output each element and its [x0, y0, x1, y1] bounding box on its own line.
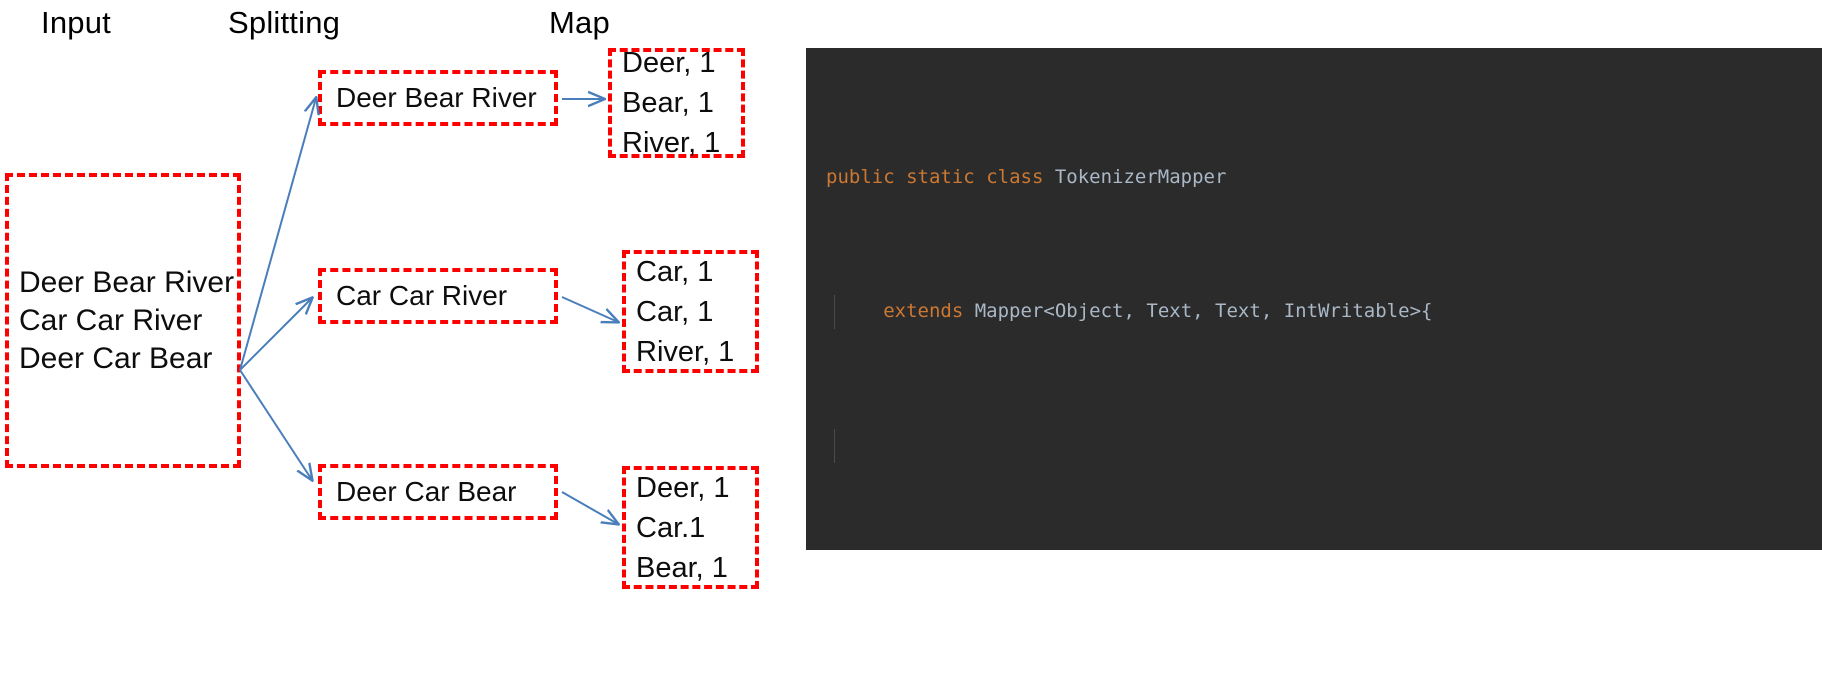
map-pair: Deer, 1: [622, 47, 716, 79]
split-box-label: Car Car River: [336, 280, 508, 311]
map-pair: Bear, 1: [622, 87, 714, 119]
map-pair: Bear, 1: [636, 551, 728, 584]
column-header-map: Map: [549, 5, 610, 40]
map-output-box: Deer, 1 Car.1 Bear, 1: [622, 466, 759, 589]
split-box-label: Deer Bear River: [336, 82, 537, 113]
input-line: Deer Bear River: [19, 265, 235, 299]
input-line: Car Car River: [19, 303, 203, 337]
input-line: Deer Car Bear: [19, 341, 213, 375]
mapreduce-flow-diagram: Input Splitting Map Deer Bear River Car …: [0, 0, 800, 677]
map-pair: River, 1: [636, 335, 735, 368]
column-header-splitting: Splitting: [228, 5, 341, 40]
arrow-group-map: [561, 99, 618, 524]
arrow-split-3-to-map-3: [561, 491, 618, 524]
column-header-input: Input: [41, 5, 111, 40]
code-line: [806, 428, 1589, 463]
split-box: Car Car River: [318, 268, 558, 324]
map-output-box: Car, 1 Car, 1 River, 1: [622, 250, 759, 373]
input-box: Deer Bear River Car Car River Deer Car B…: [5, 173, 241, 468]
code-content: public static class TokenizerMapper exte…: [806, 48, 1589, 550]
code-editor-panel[interactable]: public static class TokenizerMapper exte…: [806, 48, 1822, 550]
arrow-input-to-split-3: [239, 369, 312, 480]
split-box: Deer Bear River: [318, 70, 558, 126]
arrow-input-to-split-2: [239, 298, 312, 371]
split-box-label: Deer Car Bear: [336, 476, 517, 507]
arrow-group-split: [239, 98, 316, 480]
split-box: Deer Car Bear: [318, 464, 558, 520]
map-pair: Car, 1: [636, 255, 714, 288]
map-output-box: Deer, 1 Bear, 1 River, 1: [608, 47, 745, 159]
arrow-input-to-split-1: [239, 98, 316, 371]
map-pair: Car.1: [636, 511, 706, 544]
arrow-split-2-to-map-2: [561, 296, 618, 322]
map-pair: Car, 1: [636, 295, 714, 328]
map-pair: River, 1: [622, 127, 721, 159]
code-line: extends Mapper<Object, Text, Text, IntWr…: [806, 294, 1589, 329]
map-pair: Deer, 1: [636, 471, 730, 504]
code-line: public static class TokenizerMapper: [826, 165, 1227, 188]
